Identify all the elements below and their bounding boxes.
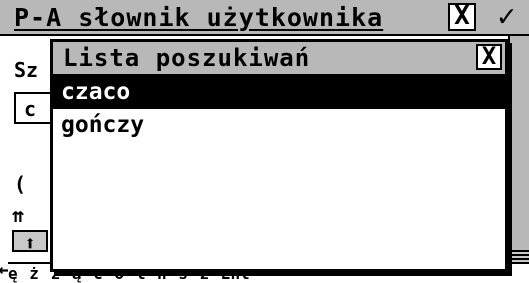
main-input-value: c [24,97,37,121]
resize-grip-icon[interactable] [510,250,529,264]
key[interactable]: ę [8,264,18,283]
list-item[interactable]: gończy [53,109,505,142]
main-titlebar: P-A słownik użytkownika X ✓ [0,0,529,36]
dialog-titlebar: Lista poszukiwań X [53,42,505,76]
search-list-dialog: Lista poszukiwań X czaco gończy [50,39,508,272]
list-item[interactable]: czaco [53,76,505,109]
main-close-button[interactable]: X [448,3,476,31]
main-input-field[interactable]: c [14,92,54,124]
dialog-close-button[interactable]: X [476,44,502,70]
key[interactable]: ż [29,264,39,283]
dialog-title: Lista poszukiwań [63,44,311,72]
search-results-list: czaco gończy [53,76,505,142]
main-field-label: Sz [14,58,39,82]
double-up-arrow-icon[interactable]: ⇈ [12,204,52,226]
main-title: P-A słownik użytkownika [14,3,384,32]
up-arrow-icon[interactable]: ⬆ [12,230,48,254]
main-paren-key[interactable]: ( [14,172,26,196]
main-ok-button[interactable]: ✓ [484,2,529,33]
main-scrollbar[interactable] [508,36,529,262]
